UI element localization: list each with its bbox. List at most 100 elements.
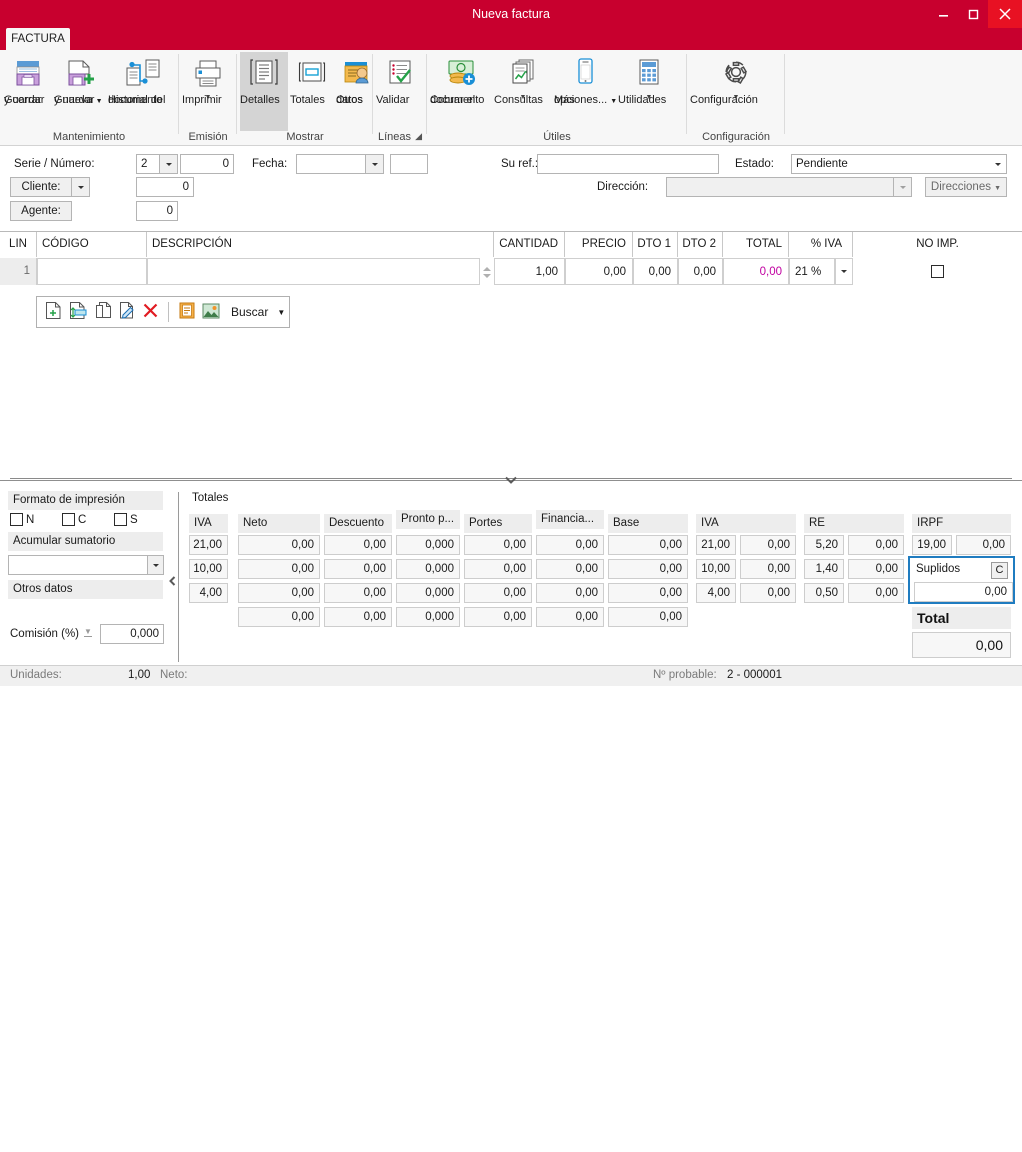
totales-r3-portes[interactable]: 0,00 <box>464 583 532 603</box>
fecha-input[interactable] <box>296 154 366 174</box>
totales-r2-portes[interactable]: 0,00 <box>464 559 532 579</box>
totales-r2-iva-r-val[interactable]: 0,00 <box>740 559 796 579</box>
fecha-extra-input[interactable] <box>390 154 428 174</box>
ribbon-button-mas-opciones[interactable]: Más opciones... ▼ <box>554 52 617 106</box>
estado-dropdown-arrow[interactable] <box>989 154 1007 174</box>
totales-r3-pronto[interactable]: 0,000 <box>396 583 460 603</box>
totales-r2-descuento[interactable]: 0,00 <box>324 559 392 579</box>
grid-col-precio[interactable]: PRECIO <box>565 232 633 257</box>
totales-r2-iva-pct[interactable]: 10,00 <box>189 559 228 579</box>
cliente-button[interactable]: Cliente: <box>10 177 72 197</box>
grid-col-dto2[interactable]: DTO 2 <box>678 232 723 257</box>
estado-select-value[interactable]: Pendiente <box>791 154 1007 174</box>
row-descripcion-spinner[interactable] <box>480 258 494 285</box>
totales-r2-base[interactable]: 0,00 <box>608 559 688 579</box>
direcciones-button[interactable]: Direcciones ▼ <box>925 177 1007 197</box>
chevron-down-icon[interactable]: ▼ <box>96 98 103 105</box>
totales-r4-portes[interactable]: 0,00 <box>464 607 532 627</box>
totales-r3-iva-pct[interactable]: 4,00 <box>189 583 228 603</box>
totales-r1-iva-pct[interactable]: 21,00 <box>189 535 228 555</box>
row-cantidad-input[interactable]: 1,00 <box>494 258 565 285</box>
grid-col-codigo[interactable]: CÓDIGO <box>37 232 147 257</box>
suplidos-c-button[interactable]: C <box>991 562 1008 579</box>
comision-dropdown-arrow[interactable]: ▼ <box>84 627 92 637</box>
ribbon-button-detalles[interactable]: Detalles <box>240 52 288 131</box>
grid-col-cantidad[interactable]: CANTIDAD <box>494 232 565 257</box>
buscar-button[interactable]: Buscar <box>231 305 268 319</box>
close-button[interactable] <box>988 0 1022 28</box>
row-descripcion-input[interactable] <box>147 258 480 285</box>
grid-col-lin[interactable]: LIN <box>0 232 37 257</box>
edit-line-icon[interactable] <box>119 301 136 323</box>
grid-col-total[interactable]: TOTAL <box>723 232 789 257</box>
grid-col-dto1[interactable]: DTO 1 <box>633 232 678 257</box>
row-iva-select[interactable]: 21 % <box>789 258 835 285</box>
chevron-down-icon[interactable]: ▼ <box>610 98 617 105</box>
acumular-sumatorio-input[interactable] <box>8 555 148 575</box>
totales-r2-re-pct[interactable]: 1,40 <box>804 559 844 579</box>
ribbon-button-historial-documento[interactable]: Historial del documento <box>108 52 178 106</box>
ribbon-button-otros-datos[interactable]: Otros datos <box>336 52 376 106</box>
row-iva-dropdown-arrow[interactable] <box>835 258 853 285</box>
totales-r1-neto[interactable]: 0,00 <box>238 535 320 555</box>
serie-select-value[interactable]: 2 <box>136 154 160 174</box>
notes-icon[interactable] <box>179 302 195 322</box>
image-icon[interactable] <box>202 303 220 322</box>
totales-r1-descuento[interactable]: 0,00 <box>324 535 392 555</box>
grid-collapse-chevron-icon[interactable] <box>503 474 519 486</box>
serie-dropdown-arrow[interactable] <box>160 154 178 174</box>
panel-collapse-left-icon[interactable] <box>168 576 177 586</box>
ribbon-button-validar[interactable]: Validar <box>376 52 424 106</box>
copy-line-icon[interactable] <box>95 301 112 323</box>
fecha-dropdown-arrow[interactable] <box>366 154 384 174</box>
agente-button[interactable]: Agente: <box>10 201 72 221</box>
totales-r3-neto[interactable]: 0,00 <box>238 583 320 603</box>
totales-r4-neto[interactable]: 0,00 <box>238 607 320 627</box>
totales-r1-pronto[interactable]: 0,000 <box>396 535 460 555</box>
delete-line-icon[interactable] <box>143 303 158 321</box>
minimize-button[interactable] <box>928 0 958 28</box>
acumular-dropdown-arrow[interactable] <box>148 555 164 575</box>
chevron-down-icon[interactable]: ▼ <box>277 308 285 317</box>
totales-r2-re-val[interactable]: 0,00 <box>848 559 904 579</box>
ribbon-button-guardar-y-nueva[interactable]: Guardar y nueva ▼ <box>54 52 106 106</box>
row-no-imp-checkbox[interactable] <box>931 265 944 278</box>
totales-r1-iva-r-val[interactable]: 0,00 <box>740 535 796 555</box>
formato-checkbox-s[interactable] <box>114 513 127 526</box>
totales-r3-re-pct[interactable]: 0,50 <box>804 583 844 603</box>
totales-r1-portes[interactable]: 0,00 <box>464 535 532 555</box>
totales-r1-re-pct[interactable]: 5,20 <box>804 535 844 555</box>
ribbon-button-configuracion[interactable]: Configuración ▼ <box>690 52 782 106</box>
totales-r3-base[interactable]: 0,00 <box>608 583 688 603</box>
totales-r1-iva-r-pct[interactable]: 21,00 <box>696 535 736 555</box>
formato-checkbox-n[interactable] <box>10 513 23 526</box>
agente-code-input[interactable]: 0 <box>136 201 178 221</box>
totales-r2-neto[interactable]: 0,00 <box>238 559 320 579</box>
row-dto2-input[interactable]: 0,00 <box>678 258 723 285</box>
ribbon-button-utilidades[interactable]: Utilidades ▼ <box>618 52 680 106</box>
grid-col-descripcion[interactable]: DESCRIPCIÓN <box>147 232 494 257</box>
totales-r4-financia[interactable]: 0,00 <box>536 607 604 627</box>
grid-col-iva[interactable]: % IVA <box>789 232 853 257</box>
formato-checkbox-c[interactable] <box>62 513 75 526</box>
totales-r4-pronto[interactable]: 0,000 <box>396 607 460 627</box>
totales-r3-iva-r-pct[interactable]: 4,00 <box>696 583 736 603</box>
totales-r3-descuento[interactable]: 0,00 <box>324 583 392 603</box>
ribbon-button-cobrar-documento[interactable]: Cobrar el documento <box>430 52 492 106</box>
grid-col-no-imp[interactable]: NO IMP. <box>853 232 1022 257</box>
totales-r1-irpf-pct[interactable]: 19,00 <box>912 535 952 555</box>
totales-r1-re-val[interactable]: 0,00 <box>848 535 904 555</box>
new-line-icon[interactable] <box>45 301 62 323</box>
totales-r1-base[interactable]: 0,00 <box>608 535 688 555</box>
totales-r3-iva-r-val[interactable]: 0,00 <box>740 583 796 603</box>
ribbon-button-consultas[interactable]: Consultas ▼ <box>494 52 552 106</box>
totales-r3-re-val[interactable]: 0,00 <box>848 583 904 603</box>
insert-line-icon[interactable] <box>69 301 88 323</box>
totales-r3-financia[interactable]: 0,00 <box>536 583 604 603</box>
tab-factura[interactable]: FACTURA <box>6 28 70 50</box>
comision-input[interactable]: 0,000 <box>100 624 164 644</box>
numero-input[interactable]: 0 <box>180 154 234 174</box>
suplidos-value-input[interactable]: 0,00 <box>914 582 1013 602</box>
ribbon-button-totales[interactable]: Totales <box>290 52 334 106</box>
row-precio-input[interactable]: 0,00 <box>565 258 633 285</box>
